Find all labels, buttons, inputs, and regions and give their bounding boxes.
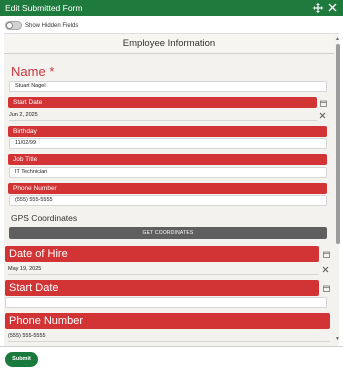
phone-number-2-label: Phone Number <box>5 313 330 329</box>
form-panel: Employee Information Name * Stuart Nagel… <box>4 33 339 346</box>
toggle-knob <box>6 22 13 29</box>
phone-number-input[interactable]: (555) 555-5555 <box>9 195 327 206</box>
start-date-2-input[interactable] <box>5 297 327 308</box>
start-date-2-label: Start Date <box>5 280 319 296</box>
name-input[interactable]: Stuart Nagel <box>9 81 327 92</box>
birthday-input[interactable]: 11/02/99 <box>9 138 327 149</box>
window-title: Edit Submitted Form <box>5 3 83 13</box>
form-footer: Submit <box>0 346 343 373</box>
gps-coordinates-label: GPS Coordinates <box>11 213 78 223</box>
clear-icon[interactable] <box>322 266 329 273</box>
form-scrollbar[interactable]: ▲ ▼ <box>335 36 341 345</box>
get-coordinates-button[interactable]: GET COORDINATES <box>9 227 327 239</box>
submit-button[interactable]: Submit <box>5 352 38 367</box>
calendar-icon[interactable] <box>323 285 330 292</box>
name-label-text: Name <box>11 64 46 79</box>
calendar-icon[interactable] <box>323 251 330 258</box>
start-date-label: Start Date <box>8 97 317 108</box>
form-section-title: Employee Information <box>4 34 334 54</box>
required-mark: * <box>49 64 55 79</box>
scroll-up-icon[interactable]: ▲ <box>335 36 340 42</box>
calendar-icon[interactable] <box>320 100 327 107</box>
phone-number-2-value[interactable]: (555) 555-5555 <box>8 331 330 342</box>
date-of-hire-value[interactable]: May 19, 2025 <box>8 264 319 275</box>
birthday-label: Birthday <box>8 126 327 137</box>
move-arrows-icon[interactable] <box>313 3 323 13</box>
job-title-input[interactable]: IT Technician <box>9 167 327 178</box>
start-date-value[interactable]: Jun 2, 2025 <box>9 110 317 121</box>
scrollbar-thumb[interactable] <box>336 44 340 244</box>
date-of-hire-label: Date of Hire <box>5 246 319 262</box>
close-icon[interactable] <box>328 3 337 12</box>
show-hidden-fields-toggle-row: Show Hidden Fields <box>5 20 205 32</box>
phone-number-label: Phone Number <box>8 183 327 194</box>
job-title-label: Job Title <box>8 154 327 165</box>
clear-icon[interactable] <box>319 112 326 119</box>
name-label: Name * <box>11 64 54 79</box>
window-titlebar: Edit Submitted Form <box>0 0 343 16</box>
show-hidden-fields-label: Show Hidden Fields <box>25 23 79 29</box>
scroll-down-icon[interactable]: ▼ <box>335 336 340 342</box>
show-hidden-fields-toggle[interactable] <box>5 21 22 30</box>
